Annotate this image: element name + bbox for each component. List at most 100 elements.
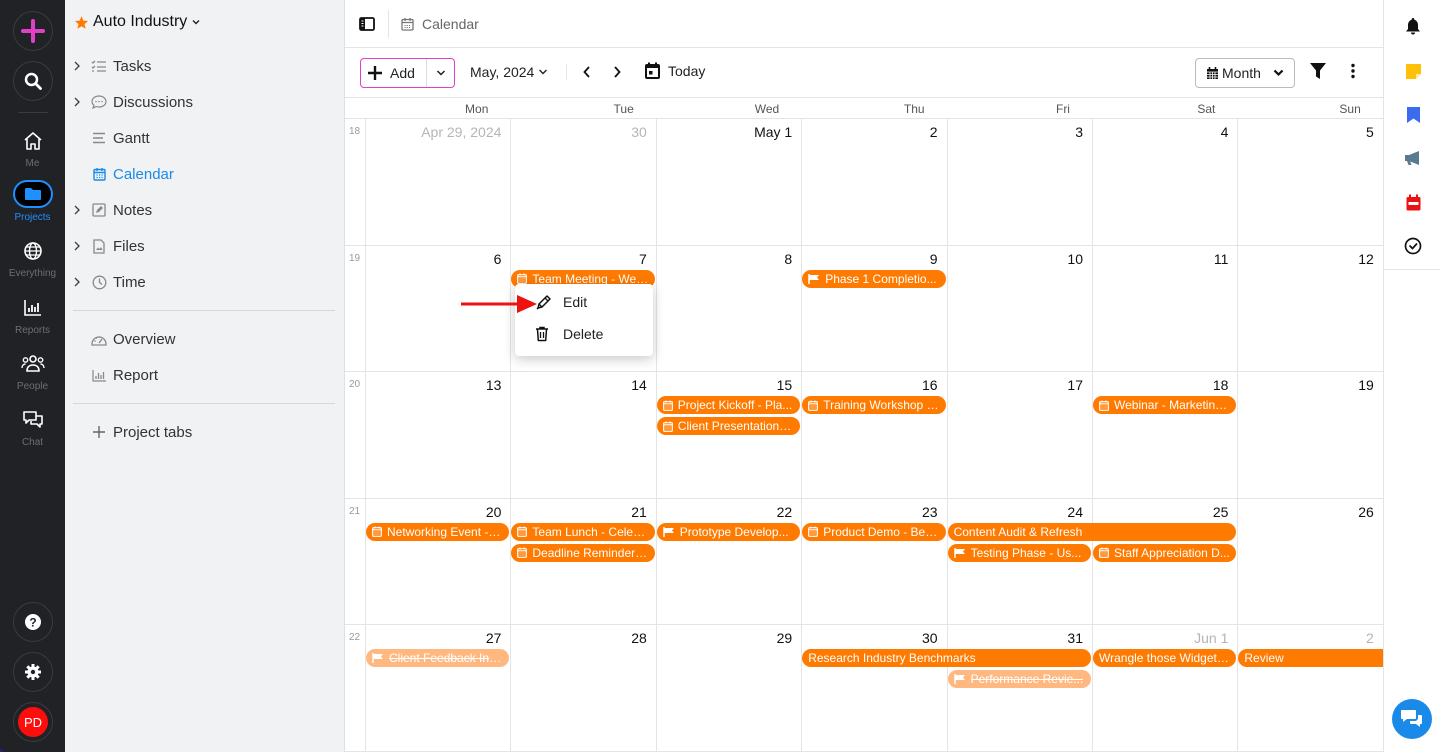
day-number[interactable]: 27 [365,630,502,646]
day-number[interactable]: 19 [1237,377,1374,393]
day-number[interactable]: 29 [656,630,793,646]
sidebar-item-gantt[interactable]: Gantt [73,127,150,149]
day-number[interactable]: 20 [365,504,502,520]
calendar-event[interactable]: Team Lunch - Celebr... [511,522,655,541]
day-number[interactable]: 31 [947,630,1083,646]
event-title: Wrangle those Widgets... [1099,651,1231,665]
day-number[interactable]: 17 [947,377,1083,393]
day-number[interactable]: May 1 [656,124,792,140]
day-number[interactable]: 25 [1092,504,1229,520]
day-number[interactable]: 9 [801,251,938,267]
calendar-event[interactable]: Performance Revie... [947,670,1091,688]
menu-item-delete[interactable]: Delete [515,318,653,350]
rail-item-chat[interactable]: Chat [0,407,65,448]
calendar-event[interactable]: Phase 1 Completio... [802,269,946,288]
sidebar-item-files[interactable]: Files [73,235,145,257]
day-number[interactable]: 13 [365,377,502,393]
day-number[interactable]: 2 [1237,630,1374,646]
day-number[interactable]: 30 [801,630,938,646]
help-button[interactable]: ? [13,602,53,642]
sidebar-item-report[interactable]: Report [73,364,158,386]
calendar-event[interactable]: Webinar - Marketing ... [1093,396,1237,414]
calendar-event[interactable]: Wrangle those Widgets... [1093,649,1237,667]
day-number[interactable]: 11 [1092,251,1229,267]
day-number[interactable]: 24 [947,504,1083,520]
calendar-event[interactable]: Client Presentation -... [656,417,801,435]
view-selector[interactable]: Month [1195,58,1295,88]
add-button[interactable]: Add [361,59,427,87]
announcements-button[interactable] [1402,147,1424,169]
calendar-event[interactable]: Deadline Reminder - ... [511,543,655,562]
search-button[interactable] [13,61,53,101]
support-chat-button[interactable] [1392,699,1432,739]
day-number[interactable]: Apr 29, 2024 [365,124,501,140]
rail-item-projects[interactable]: Projects [0,180,65,223]
calendar-event[interactable]: Content Audit & Refresh [947,522,1237,541]
settings-button[interactable] [13,652,53,692]
bookmarks-button[interactable] [1402,104,1424,126]
day-number[interactable]: 5 [1237,124,1374,140]
day-number[interactable]: 23 [801,504,938,520]
previous-month-button[interactable] [577,62,597,82]
day-number[interactable]: 21 [510,504,647,520]
calendar-event[interactable]: Review [1238,649,1385,667]
day-number[interactable]: 28 [510,630,647,646]
day-number[interactable]: 22 [656,504,793,520]
notifications-button[interactable] [1402,15,1424,37]
day-number[interactable]: 8 [656,251,792,267]
filter-button[interactable] [1310,62,1326,85]
rail-item-me[interactable]: Me [0,128,65,169]
chevron-right-icon[interactable] [73,277,89,287]
sticky-notes-button[interactable] [1402,60,1424,82]
toggle-sidebar-button[interactable] [345,9,389,38]
calendar-event[interactable]: Project Kickoff - Pla... [656,396,801,414]
calendar-event[interactable]: Prototype Develop... [656,522,801,541]
rail-item-everything[interactable]: Everything [0,238,65,279]
day-number[interactable]: 30 [510,124,647,140]
day-number[interactable]: Jun 1 [1092,630,1228,646]
add-project-tabs-button[interactable]: Project tabs [73,421,192,443]
rail-item-people[interactable]: People [0,351,65,392]
day-number[interactable]: 12 [1237,251,1374,267]
day-number[interactable]: 14 [510,377,647,393]
chevron-right-icon[interactable] [73,241,89,251]
calendar-event[interactable]: Staff Appreciation D... [1093,543,1237,562]
time-tracking-button[interactable] [1402,235,1424,257]
day-number[interactable]: 2 [801,124,938,140]
day-number[interactable]: 26 [1237,504,1374,520]
sidebar-item-calendar[interactable]: Calendar [73,163,174,185]
calendar-event[interactable]: Training Workshop - ... [802,396,946,414]
day-number[interactable]: 10 [947,251,1083,267]
today-button[interactable]: Today [645,62,705,79]
calendar-event[interactable]: Product Demo - Beta... [802,522,946,541]
chevron-right-icon[interactable] [73,97,89,107]
user-avatar-button[interactable]: PD [13,702,53,742]
rail-item-reports[interactable]: Reports [0,295,65,336]
day-number[interactable]: 4 [1092,124,1229,140]
day-number[interactable]: 15 [656,377,793,393]
month-picker[interactable]: May, 2024 [470,64,548,80]
sidebar-item-time[interactable]: Time [73,271,146,293]
project-switcher[interactable]: Auto Industry [74,13,201,31]
calendar-event[interactable]: Testing Phase - Us... [947,543,1091,562]
day-number[interactable]: 18 [1092,377,1229,393]
sidebar-item-discussions[interactable]: Discussions [73,91,193,113]
day-number[interactable]: 16 [801,377,938,393]
sidebar-item-overview[interactable]: Overview [73,328,176,350]
chevron-right-icon[interactable] [73,205,89,215]
next-month-button[interactable] [607,62,627,82]
sidebar-item-notes[interactable]: Notes [73,199,152,221]
sidebar-item-tasks[interactable]: Tasks [73,55,151,77]
more-options-button[interactable] [1350,62,1356,85]
day-number[interactable]: 7 [510,251,647,267]
calendar-event[interactable]: Networking Event - I... [366,522,510,541]
calendar-event[interactable]: Client Feedback Inc... [366,649,510,667]
more-vertical-icon [1351,63,1355,79]
chevron-right-icon[interactable] [73,61,89,71]
day-number[interactable]: 3 [947,124,1083,140]
calendar-event[interactable]: Research Industry Benchmarks [802,649,1091,667]
events-calendar-button[interactable] [1402,191,1424,213]
create-button[interactable] [13,11,53,51]
day-number[interactable]: 6 [365,251,502,267]
add-dropdown-button[interactable] [427,59,454,87]
